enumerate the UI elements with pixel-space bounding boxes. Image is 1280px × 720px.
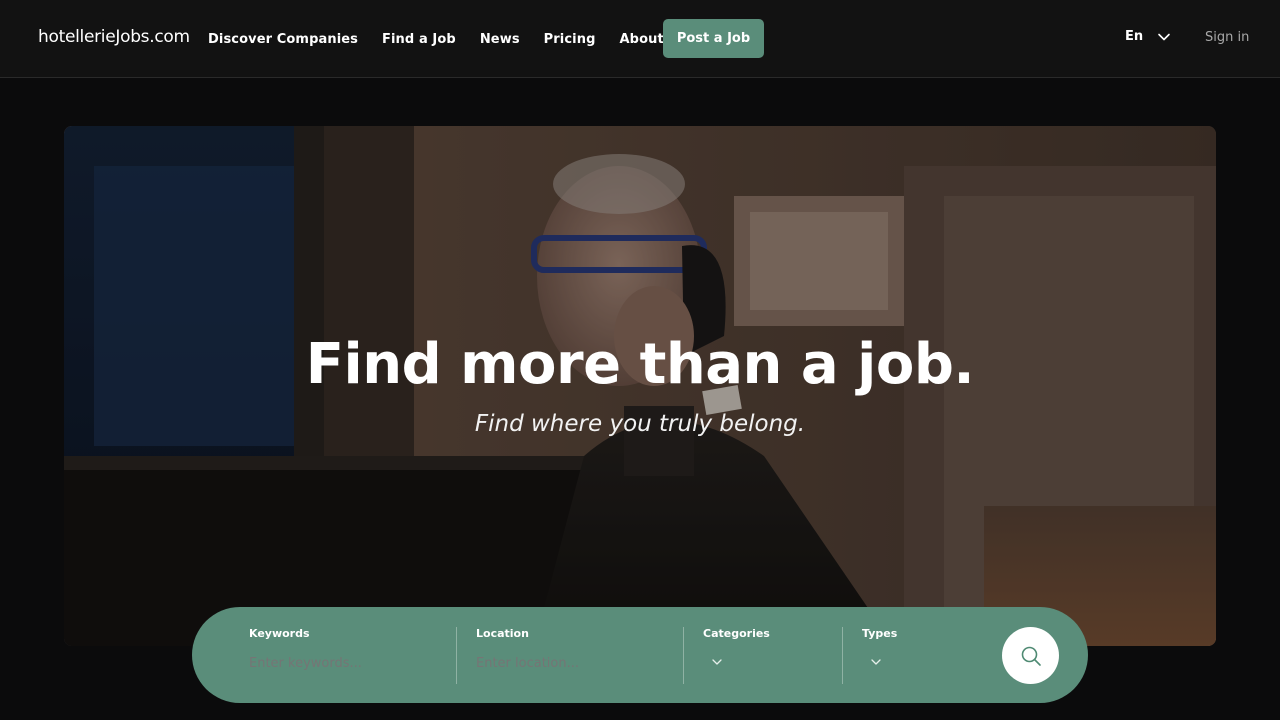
- divider: [842, 627, 843, 684]
- main-nav: Discover Companies Find a Job News Prici…: [208, 0, 688, 78]
- language-label: En: [1125, 29, 1144, 44]
- divider: [456, 627, 457, 684]
- sign-in-link[interactable]: Sign in: [1205, 30, 1249, 45]
- divider: [683, 627, 684, 684]
- types-label: Types: [862, 627, 898, 640]
- categories-label: Categories: [703, 627, 770, 640]
- hero-banner: Find more than a job. Find where you tru…: [64, 126, 1216, 646]
- job-search-bar: Keywords Location Categories Types: [192, 607, 1088, 703]
- language-selector[interactable]: En: [1125, 29, 1171, 44]
- hero-title: Find more than a job.: [305, 332, 975, 397]
- chevron-down-icon: [871, 659, 881, 665]
- chevron-down-icon: [712, 659, 722, 665]
- post-a-job-button[interactable]: Post a Job: [663, 19, 764, 58]
- types-select[interactable]: Types: [862, 627, 992, 685]
- nav-discover-companies[interactable]: Discover Companies: [208, 32, 358, 47]
- search-button[interactable]: [1002, 627, 1059, 684]
- top-navbar: hotellerieJobs.com Discover Companies Fi…: [0, 0, 1280, 78]
- nav-news[interactable]: News: [480, 32, 520, 47]
- keywords-input[interactable]: [249, 656, 429, 671]
- location-input[interactable]: [476, 656, 656, 671]
- chevron-down-icon: [1158, 33, 1170, 40]
- hero-subtitle: Find where you truly belong.: [474, 411, 806, 437]
- site-logo[interactable]: hotellerieJobs.com: [38, 27, 190, 47]
- nav-about[interactable]: About: [620, 32, 664, 47]
- nav-pricing[interactable]: Pricing: [544, 32, 596, 47]
- keywords-field: Keywords: [249, 627, 449, 685]
- location-label: Location: [476, 627, 529, 640]
- nav-find-a-job[interactable]: Find a Job: [382, 32, 456, 47]
- keywords-label: Keywords: [249, 627, 310, 640]
- search-icon: [1021, 646, 1041, 666]
- location-field: Location: [476, 627, 676, 685]
- categories-select[interactable]: Categories: [703, 627, 833, 685]
